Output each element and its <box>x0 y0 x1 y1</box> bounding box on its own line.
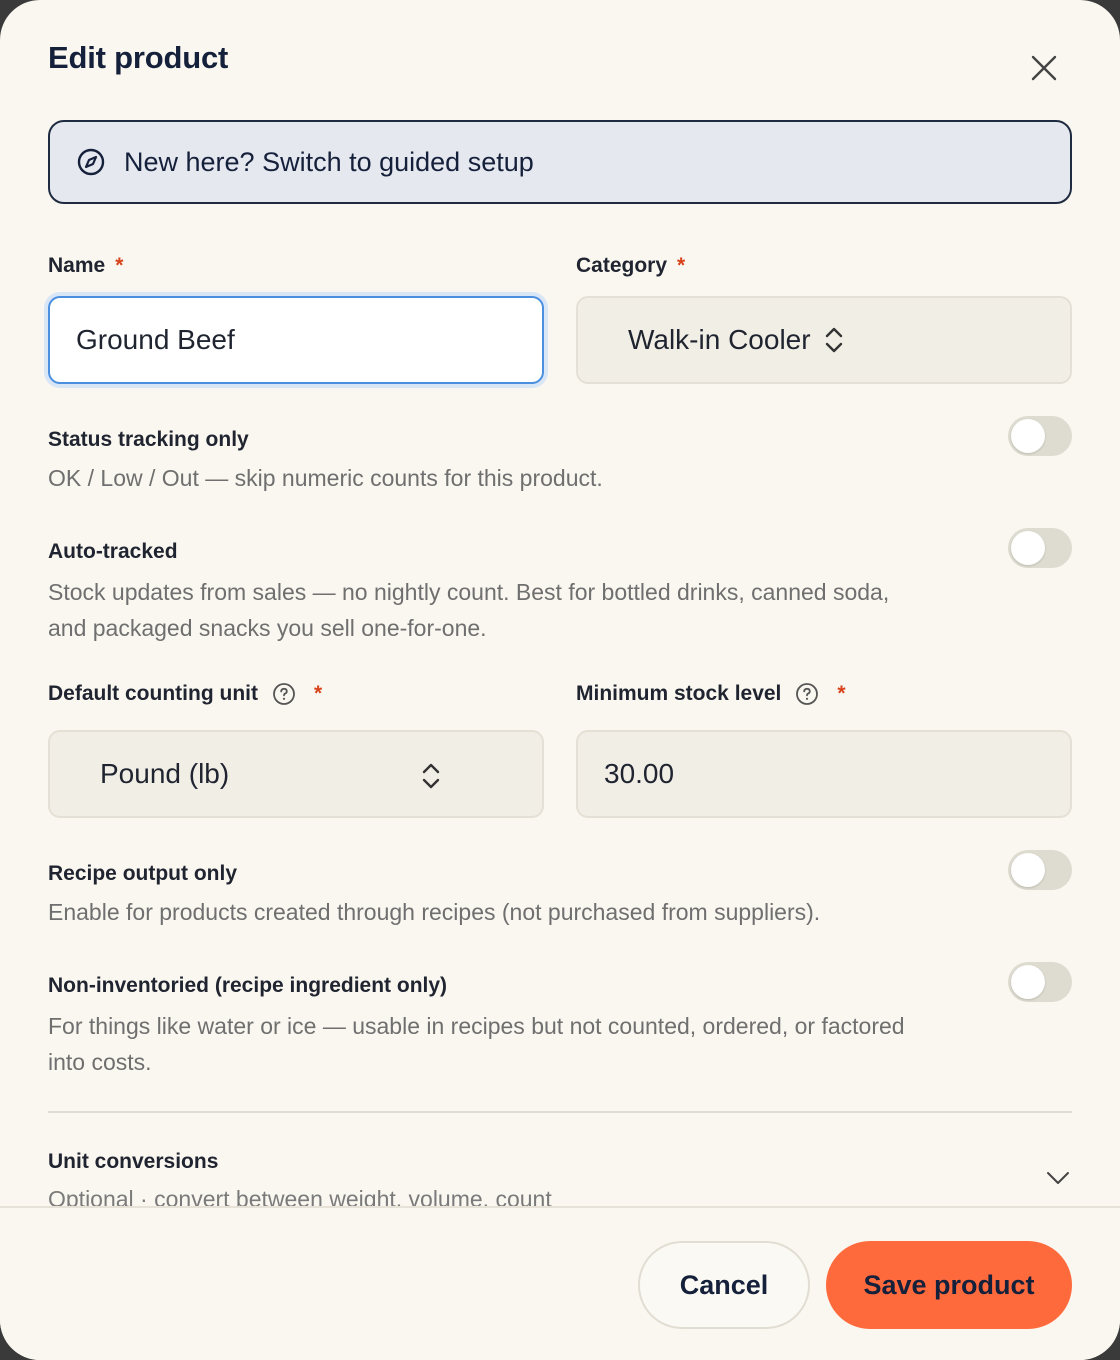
guided-setup-banner[interactable]: New here? Switch to guided setup <box>48 120 1072 204</box>
non-inventoried-toggle[interactable] <box>1008 962 1072 1002</box>
required-mark: * <box>115 254 124 277</box>
dialog-footer: Cancel Save product <box>0 1206 1120 1360</box>
name-label: Name * <box>48 254 123 278</box>
expand-unit-conversions-button[interactable] <box>1044 1166 1072 1190</box>
recipe-output-title: Recipe output only <box>48 862 237 885</box>
help-icon[interactable] <box>795 682 819 706</box>
divider <box>48 1111 1072 1113</box>
category-label-text: Category <box>576 254 668 277</box>
help-icon[interactable] <box>272 682 296 706</box>
status-tracking-title: Status tracking only <box>48 428 249 451</box>
compass-icon <box>77 148 105 176</box>
name-label-text: Name <box>48 254 106 277</box>
category-select-value: Walk-in Cooler <box>628 324 811 355</box>
toggle-knob <box>1011 419 1045 453</box>
chevron-up-down-icon <box>823 326 845 354</box>
close-icon <box>1031 55 1057 81</box>
save-product-button[interactable]: Save product <box>826 1241 1072 1329</box>
unit-conversions-title[interactable]: Unit conversions <box>48 1150 218 1174</box>
category-label: Category * <box>576 254 685 278</box>
min-stock-label-text: Minimum stock level <box>576 682 782 705</box>
required-mark: * <box>677 254 686 277</box>
auto-tracked-toggle[interactable] <box>1008 528 1072 568</box>
status-tracking-description: OK / Low / Out — skip numeric counts for… <box>48 465 603 491</box>
recipe-output-toggle[interactable] <box>1008 850 1072 890</box>
toggle-knob <box>1011 531 1045 565</box>
guided-setup-label: New here? Switch to guided setup <box>124 146 534 177</box>
chevron-down-icon <box>1047 1172 1069 1184</box>
counting-unit-select[interactable]: Pound (lb) <box>48 730 544 818</box>
edit-product-dialog: Edit product New here? Switch to guided … <box>0 0 1120 1360</box>
unit-conversions-description: Optional · convert between weight, volum… <box>48 1186 552 1206</box>
required-mark: * <box>313 682 323 705</box>
auto-tracked-title: Auto-tracked <box>48 540 178 563</box>
auto-tracked-description: Stock updates from sales — no nightly co… <box>48 579 890 641</box>
cancel-button[interactable]: Cancel <box>638 1241 810 1329</box>
toggle-knob <box>1011 965 1045 999</box>
status-tracking-toggle[interactable] <box>1008 416 1072 456</box>
non-inventoried-title: Non-inventoried (recipe ingredient only) <box>48 974 448 997</box>
dialog-title: Edit product <box>48 40 229 75</box>
min-stock-input-value: 30.00 <box>604 758 675 789</box>
name-input-value: Ground Beef <box>76 324 235 355</box>
counting-unit-label-text: Default counting unit <box>48 682 258 705</box>
name-input[interactable]: Ground Beef <box>48 296 544 384</box>
non-inventoried-description: For things like water or ice — usable in… <box>48 1013 905 1075</box>
recipe-output-description: Enable for products created through reci… <box>48 899 821 925</box>
toggle-knob <box>1011 853 1045 887</box>
min-stock-label: Minimum stock level * <box>576 682 846 706</box>
counting-unit-label: Default counting unit * <box>48 682 322 706</box>
category-select[interactable]: Walk-in Cooler <box>576 296 1072 384</box>
counting-unit-select-value: Pound (lb) <box>100 758 230 789</box>
min-stock-input[interactable]: 30.00 <box>576 730 1072 818</box>
chevron-up-down-icon <box>420 762 442 790</box>
close-button[interactable] <box>1022 46 1066 90</box>
required-mark: * <box>837 682 846 705</box>
